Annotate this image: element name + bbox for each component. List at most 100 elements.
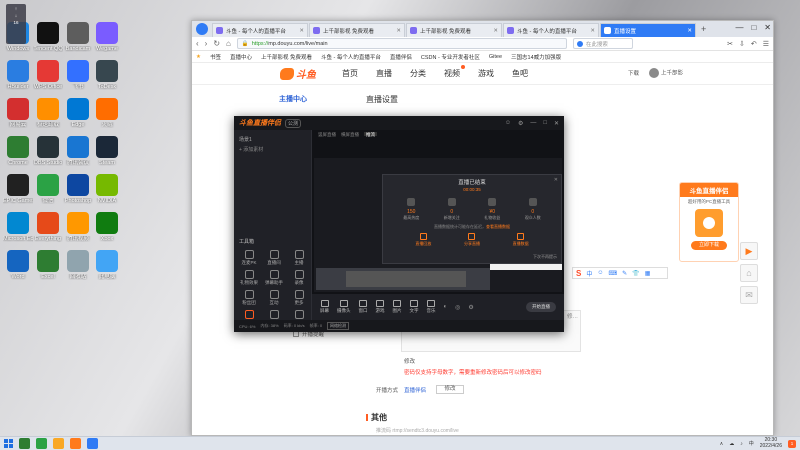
nav-games[interactable]: 游戏 — [478, 68, 494, 79]
desktop-shortcut[interactable]: Excel — [33, 250, 63, 280]
tab-live-settings[interactable]: 直播设置 ✕ — [600, 23, 696, 37]
network-speed-widget[interactable]: ↑ ↓ 16 — [6, 4, 26, 44]
maximize-button[interactable]: □ — [751, 23, 756, 32]
desktop-shortcut[interactable]: 火绒 — [92, 98, 122, 128]
back-button[interactable]: ‹ — [196, 39, 199, 48]
download-icon[interactable]: ⇩ — [739, 40, 745, 48]
cloud-icon[interactable]: ☁ — [729, 441, 734, 447]
gear-icon[interactable]: ⚙ — [518, 120, 523, 127]
bookmark-item[interactable]: Gitee — [489, 54, 502, 60]
bookmark-item[interactable]: 上千部影视 免费观看 — [261, 53, 312, 61]
tool-item[interactable]: 互动 — [263, 290, 285, 306]
tool-item[interactable]: 连麦PK — [238, 250, 260, 266]
close-icon[interactable]: ✕ — [554, 177, 558, 183]
desktop-shortcut[interactable]: 极速卸载 — [33, 98, 63, 128]
tab-movies-1[interactable]: 上千部影视 免费观看 ✕ — [309, 23, 405, 37]
data-button[interactable]: 直播数据 — [513, 232, 529, 247]
minimize-button[interactable]: — — [530, 120, 536, 127]
windows-start-icon[interactable] — [4, 439, 13, 448]
source-text-button[interactable]: 文字 — [410, 300, 419, 314]
desktop-shortcut[interactable]: 此电脑 — [92, 250, 122, 280]
tool-item[interactable]: 录像 — [288, 270, 310, 286]
close-tab-icon[interactable]: ✕ — [396, 28, 401, 34]
source-game-button[interactable]: 游戏 — [376, 300, 385, 314]
source-camera-button[interactable]: 摄像头 — [337, 300, 351, 314]
bookmark-item[interactable]: 三国志14威力加强版 — [511, 53, 561, 61]
record-icon[interactable]: ◎ — [455, 304, 460, 311]
tab-landscape[interactable]: 横屏直播 — [341, 132, 359, 137]
desktop-shortcut[interactable]: Photoshop — [63, 174, 93, 204]
tool-item[interactable]: 礼物效果 — [238, 270, 260, 286]
tool-item[interactable]: 直播间 — [263, 250, 285, 266]
taskbar-douyu-icon[interactable] — [70, 438, 81, 449]
nav-category[interactable]: 分类 — [410, 68, 426, 79]
tab-douyu-2[interactable]: 斗鱼 - 每个人的直播平台 ✕ — [503, 23, 599, 37]
scene-title[interactable]: 场景1 — [239, 136, 306, 143]
screenshot-icon[interactable]: ✂ — [727, 40, 733, 48]
search-input[interactable]: 在此搜索 — [572, 38, 633, 49]
close-tab-icon[interactable]: ✕ — [590, 28, 595, 34]
bookmark-item[interactable]: 书签 — [210, 53, 221, 61]
desktop-shortcut[interactable]: 飞书 — [63, 60, 93, 90]
desktop-shortcut[interactable]: Everything — [33, 212, 63, 242]
new-tab-button[interactable]: + — [697, 24, 710, 34]
tab-douyu-1[interactable]: 斗鱼 - 每个人的直播平台 ✕ — [212, 23, 308, 37]
nav-live[interactable]: 直播 — [376, 68, 392, 79]
reload-button[interactable]: ↻ — [213, 39, 220, 48]
download-link[interactable]: 下载 — [628, 69, 639, 77]
taskbar-files-icon[interactable] — [53, 438, 64, 449]
tool-item[interactable]: 弹幕助手 — [263, 270, 285, 286]
home-button[interactable]: ⌂ — [226, 39, 231, 48]
tool-item[interactable]: 更多 — [288, 290, 310, 306]
desktop-shortcut[interactable]: 回收站 — [63, 250, 93, 280]
gear-icon[interactable]: ⚙ — [468, 304, 473, 311]
add-source-button[interactable]: + 添加素材 — [239, 146, 306, 153]
url-input[interactable]: 🔒 https:// mp.douyu.com/live/main — [236, 38, 567, 49]
desktop-shortcut[interactable]: Steam — [92, 136, 122, 166]
desktop-shortcut[interactable]: 腾讯视频 — [63, 212, 93, 242]
ime-icon[interactable]: 中 — [749, 440, 754, 447]
bookmark-item[interactable]: CSDN - 专业开发者社区 — [421, 53, 480, 61]
share-button[interactable]: 分享直播 — [464, 232, 480, 247]
desktop-shortcut[interactable]: ToDesk — [92, 60, 122, 90]
forward-button[interactable]: › — [205, 39, 208, 48]
bookmark-item[interactable]: 直播伴侣 — [390, 53, 412, 61]
start-live-button[interactable]: 开始直播 — [526, 302, 556, 312]
tab-push[interactable]: 推流 — [364, 132, 377, 137]
bookmark-item[interactable]: 斗鱼 - 每个人的直播平台 — [321, 53, 381, 61]
close-window-button[interactable]: ✕ — [764, 23, 771, 32]
desktop-shortcut[interactable]: OBS Studio — [33, 136, 63, 166]
user-menu[interactable]: 上千部影 — [648, 68, 683, 78]
mic-icon[interactable]: ◐ — [444, 304, 448, 310]
source-screen-button[interactable]: 屏幕 — [320, 300, 329, 314]
douyu-logo[interactable]: 斗鱼 — [280, 66, 316, 81]
taskbar-wechat-icon[interactable] — [36, 438, 47, 449]
desktop-shortcut[interactable]: EPIC Games — [3, 174, 33, 204]
desktop-shortcut[interactable]: WPS Office — [33, 60, 63, 90]
minimize-button[interactable]: — — [735, 23, 743, 32]
taskbar-browser-icon[interactable] — [87, 438, 98, 449]
desktop-shortcut[interactable]: HBuilder — [3, 60, 33, 90]
nav-video[interactable]: 视频 — [444, 65, 465, 79]
close-tab-icon[interactable]: ✕ — [493, 28, 498, 34]
taskbar-chrome-icon[interactable] — [19, 438, 30, 449]
close-button[interactable]: ✕ — [554, 120, 559, 127]
tray-expand-icon[interactable]: ∧ — [720, 441, 724, 447]
source-music-button[interactable]: 音乐 — [427, 300, 436, 314]
desktop-shortcut[interactable]: 微信 — [33, 174, 63, 204]
desktop-shortcut[interactable]: Chrome — [3, 136, 33, 166]
close-tab-icon[interactable]: ✕ — [299, 28, 304, 34]
tab-portrait[interactable]: 竖屏直播 — [318, 132, 336, 137]
desktop-shortcut[interactable]: 腾讯会议 — [63, 136, 93, 166]
close-tab-icon[interactable]: ✕ — [687, 28, 692, 34]
desktop-shortcut[interactable]: NVIDIA — [92, 174, 122, 204]
tool-item[interactable]: 主播 — [288, 250, 310, 266]
view-data-link[interactable]: 查看直播数据 — [486, 224, 510, 229]
desktop-shortcut[interactable]: Wegame — [92, 22, 122, 52]
desktop-shortcut[interactable]: Word — [3, 250, 33, 280]
nav-fishbar[interactable]: 鱼吧 — [512, 68, 528, 79]
clock[interactable]: 20:30 2022/4/26 — [760, 437, 782, 449]
maximize-button[interactable]: □ — [543, 120, 547, 127]
nav-home[interactable]: 首页 — [342, 68, 358, 79]
volume-icon[interactable]: ♪ — [740, 441, 743, 447]
